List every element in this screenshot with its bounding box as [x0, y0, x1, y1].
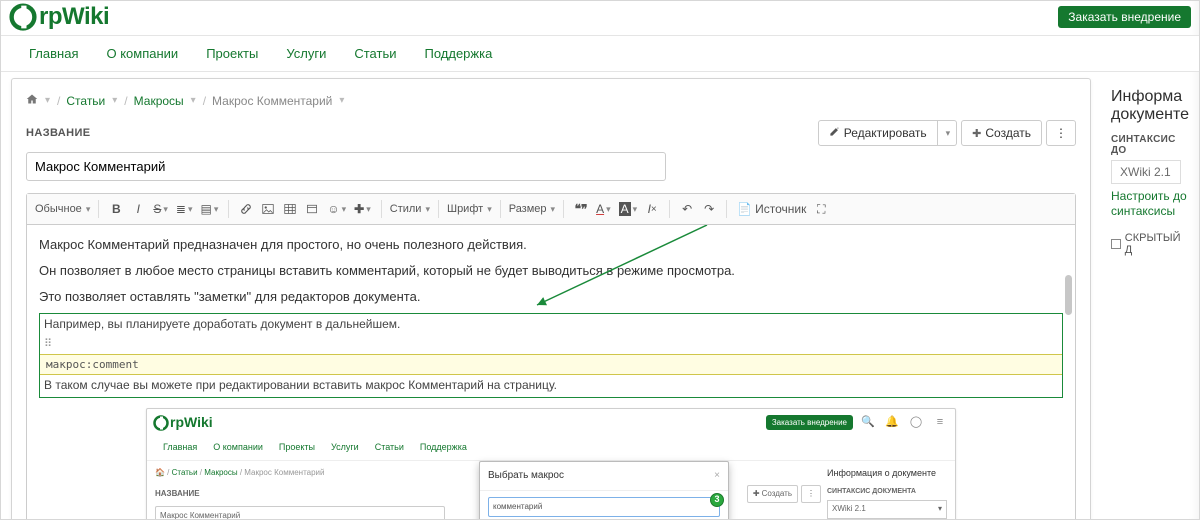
- embedded-screenshot: rpWiki Заказать внедрение 🔍 🔔 ◯ ≡: [146, 408, 956, 520]
- embed-order-button: Заказать внедрение: [766, 415, 853, 430]
- size-select[interactable]: Размер▾: [507, 201, 557, 217]
- hidden-checkbox[interactable]: [1111, 239, 1121, 249]
- menu-icon: ≡: [931, 414, 949, 432]
- source-button[interactable]: 📄 Источник: [733, 198, 810, 220]
- main-nav: Главная О компании Проекты Услуги Статьи…: [1, 36, 1199, 72]
- styles-select[interactable]: Стили▾: [388, 201, 432, 217]
- extra-syntax-link[interactable]: Настроить до синтаксисы: [1111, 189, 1187, 218]
- pencil-icon: [829, 126, 840, 140]
- more-button[interactable]: ⋮: [1046, 120, 1076, 146]
- doc-info-sidebar: Информа документе СИНТАКСИС ДО XWiki 2.1…: [1111, 78, 1189, 520]
- plus-icon: ✚: [972, 127, 981, 140]
- home-icon[interactable]: [26, 93, 38, 108]
- nav-articles[interactable]: Статьи: [340, 36, 410, 71]
- search-icon: 🔍: [859, 414, 877, 432]
- para-1: Макрос Комментарий предназначен для прос…: [39, 235, 1063, 255]
- para-2: Он позволяет в любое место страницы вста…: [39, 261, 1063, 281]
- undo-button[interactable]: ↶: [676, 198, 698, 220]
- rich-editor: Обычное▾ B I S▾ ≣▾ ▤▾ ☺▾ ✚▾: [26, 193, 1076, 520]
- insert-button[interactable]: ✚▾: [350, 198, 375, 220]
- nav-projects[interactable]: Проекты: [192, 36, 272, 71]
- macro-highlight-block[interactable]: Например, вы планируете доработать докум…: [39, 313, 1063, 397]
- font-select[interactable]: Шрифт▾: [445, 201, 494, 217]
- nav-about[interactable]: О компании: [92, 36, 192, 71]
- crumb-macros[interactable]: Макросы: [134, 94, 184, 108]
- italic-button[interactable]: I: [127, 198, 149, 220]
- syntax-label: СИНТАКСИС ДО: [1111, 134, 1189, 156]
- step-badge-3: 3: [710, 493, 724, 507]
- para-3: Это позволяет оставлять "заметки" для ре…: [39, 287, 1063, 307]
- crumb-current: Макрос Комментарий: [212, 94, 332, 108]
- bold-button[interactable]: B: [105, 198, 127, 220]
- close-icon: ×: [714, 468, 720, 484]
- clear-button[interactable]: I×: [641, 198, 663, 220]
- breadcrumb: ▾ / Статьи▾ / Макросы▾ / Макрос Коммента…: [26, 93, 1076, 108]
- indent-button[interactable]: ▤▾: [196, 198, 222, 220]
- macro-button[interactable]: [301, 198, 323, 220]
- title-input[interactable]: [26, 152, 666, 181]
- user-icon: ◯: [907, 414, 925, 432]
- embed-dialog-search: комментарий: [488, 497, 720, 517]
- embed-create-button: ✚ Создать: [747, 485, 798, 503]
- embed-more-button: ⋮: [801, 485, 821, 503]
- scrollbar-thumb[interactable]: [1065, 275, 1072, 315]
- logo-text: rpWiki: [39, 3, 109, 31]
- maximize-button[interactable]: ⛶: [810, 198, 832, 220]
- syntax-select[interactable]: XWiki 2.1: [1111, 160, 1181, 184]
- nav-services[interactable]: Услуги: [272, 36, 340, 71]
- order-button[interactable]: Заказать внедрение: [1058, 6, 1191, 28]
- image-button[interactable]: [257, 198, 279, 220]
- edit-button[interactable]: Редактировать: [818, 120, 938, 146]
- title-label: НАЗВАНИЕ: [26, 127, 91, 139]
- table-button[interactable]: [279, 198, 301, 220]
- editor-panel: ▾ / Статьи▾ / Макросы▾ / Макрос Коммента…: [11, 78, 1091, 520]
- embed-logo: rpWiki: [153, 412, 213, 434]
- bell-icon: 🔔: [883, 414, 901, 432]
- format-select[interactable]: Обычное▾: [33, 201, 92, 217]
- create-button[interactable]: ✚ Создать: [961, 120, 1042, 146]
- logo-icon: [9, 3, 37, 31]
- kebab-icon: ⋮: [1055, 126, 1067, 140]
- crumb-articles[interactable]: Статьи: [66, 94, 105, 108]
- embed-title-input: Макрос Комментарий: [155, 506, 445, 520]
- strike-button[interactable]: S▾: [149, 198, 172, 220]
- editor-toolbar: Обычное▾ B I S▾ ≣▾ ▤▾ ☺▾ ✚▾: [27, 194, 1075, 225]
- quote-button[interactable]: ❝❞: [570, 198, 592, 220]
- macro-code: макрос:comment: [40, 354, 1062, 375]
- bgcolor-button[interactable]: A▾: [615, 198, 642, 220]
- emoji-button[interactable]: ☺▾: [323, 198, 350, 220]
- nav-support[interactable]: Поддержка: [410, 36, 506, 71]
- edit-dropdown[interactable]: ▾: [938, 120, 958, 146]
- hidden-label: СКРЫТЫЙ Д: [1125, 232, 1189, 256]
- link-button[interactable]: [235, 198, 257, 220]
- nav-home[interactable]: Главная: [15, 36, 92, 71]
- site-logo[interactable]: rpWiki: [9, 3, 109, 31]
- source-icon: 📄: [737, 202, 752, 216]
- list-button[interactable]: ≣▾: [172, 198, 197, 220]
- editor-body[interactable]: Макрос Комментарий предназначен для прос…: [27, 225, 1075, 520]
- textcolor-button[interactable]: A▾: [592, 198, 615, 220]
- redo-button[interactable]: ↷: [698, 198, 720, 220]
- embed-macro-dialog: Выбрать макрос× комментарий 3 Выберите к…: [479, 461, 729, 520]
- drag-handle-icon[interactable]: ⠿: [44, 338, 52, 350]
